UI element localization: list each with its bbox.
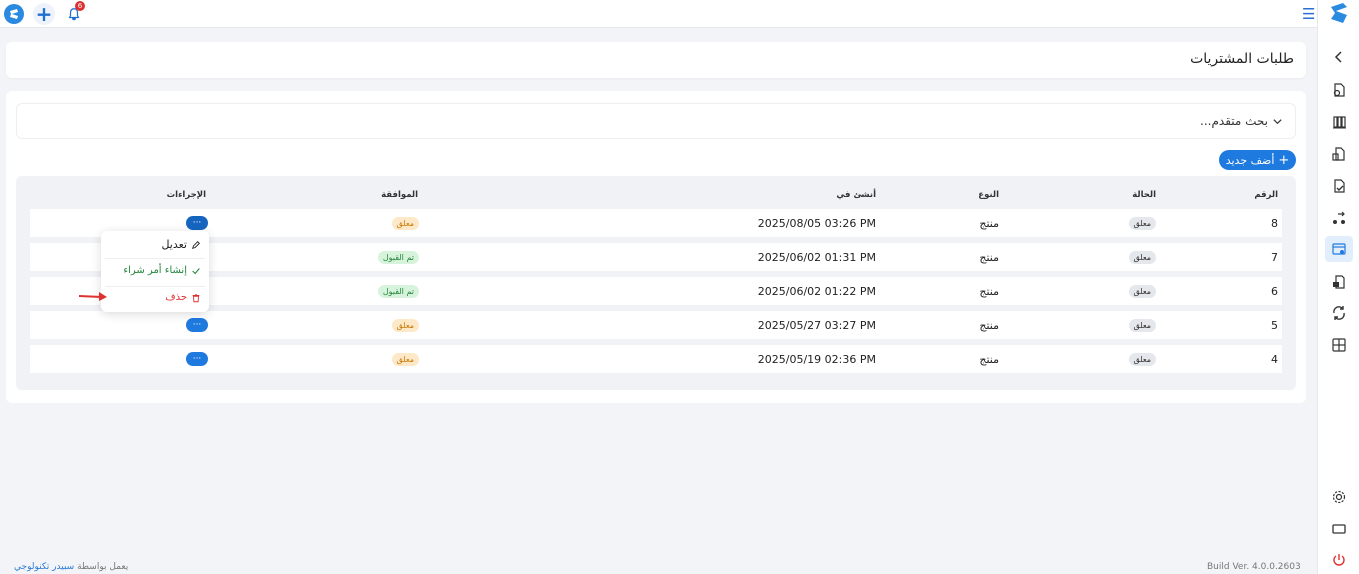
table-row[interactable]: 6 معلق منتج 2025/06/02 01:22 PM تم القبو… (30, 277, 1282, 305)
page-header: طلبات المشتريات (6, 42, 1306, 78)
collapse-sidebar-icon[interactable] (1325, 44, 1353, 70)
quick-add-button[interactable]: + (33, 3, 55, 25)
approval-badge: معلق (391, 353, 419, 366)
power-icon[interactable] (1325, 547, 1353, 573)
settings-gear-icon[interactable] (1325, 484, 1353, 510)
menu-item-create-po[interactable]: إنشاء أمر شراء (123, 265, 201, 276)
sidebar-item-invoice-icon[interactable] (1325, 269, 1353, 295)
cell-created-at: 2025/05/27 03:27 PM (757, 319, 876, 332)
menu-divider (105, 286, 205, 287)
row-actions-button[interactable]: ··· (186, 352, 208, 366)
cell-number: 5 (1271, 319, 1278, 332)
cell-number: 7 (1271, 251, 1278, 264)
approval-badge: معلق (391, 319, 419, 332)
sidebar-item-layout-icon[interactable] (1325, 332, 1353, 358)
menu-item-edit[interactable]: تعديل (161, 238, 201, 251)
column-header-number: الرقم (1254, 190, 1278, 200)
menu-item-edit-label: تعديل (161, 238, 187, 251)
notification-count-badge: 6 (75, 1, 85, 11)
cell-number: 8 (1271, 217, 1278, 230)
column-header-approval: الموافقة (381, 190, 418, 200)
add-new-label: أضف جديد (1225, 153, 1275, 167)
menu-toggle-icon[interactable]: ☰ (1302, 5, 1315, 23)
approval-badge: معلق (391, 217, 419, 230)
trash-icon (192, 293, 200, 302)
column-header-status: الحالة (1132, 190, 1156, 200)
cell-type: منتج (979, 353, 999, 366)
menu-item-delete[interactable]: حذف (165, 292, 201, 303)
advanced-search-toggle[interactable]: بحث متقدم... (1200, 114, 1283, 128)
sidebar-item-transfer-icon[interactable] (1325, 205, 1353, 231)
advanced-search-label: بحث متقدم... (1200, 114, 1268, 128)
status-badge: معلق (1128, 319, 1156, 332)
cell-type: منتج (979, 251, 999, 264)
footer-credit: يعمل بواسطة سبيدر تكنولوجي (14, 562, 128, 572)
page-title: طلبات المشتريات (1190, 51, 1294, 67)
cell-number: 6 (1271, 285, 1278, 298)
menu-divider (105, 258, 205, 259)
cell-created-at: 2025/05/19 02:36 PM (757, 353, 876, 366)
sidebar-item-columns-icon[interactable] (1325, 109, 1353, 135)
table-row[interactable]: 4 معلق منتج 2025/05/19 02:36 PM معلق ··· (30, 345, 1282, 373)
red-arrow-annotation (78, 292, 107, 301)
table-row[interactable]: 8 معلق منتج 2025/08/05 03:26 PM معلق ··· (30, 209, 1282, 237)
row-actions-button[interactable]: ··· (186, 318, 208, 332)
sidebar (1317, 0, 1359, 574)
sidebar-item-approved-doc-icon[interactable] (1325, 173, 1353, 199)
plus-icon: + (1278, 152, 1290, 168)
check-icon (192, 267, 200, 274)
cell-number: 4 (1271, 353, 1278, 366)
footer-build-version: Build Ver. 4.0.0.2603 (1207, 562, 1301, 572)
add-new-button[interactable]: + أضف جديد (1219, 150, 1296, 170)
footer-company-link[interactable]: سبيدر تكنولوجي (14, 562, 74, 572)
cell-created-at: 2025/06/02 01:22 PM (757, 285, 876, 298)
sidebar-item-documents-icon[interactable] (1325, 77, 1353, 103)
screen-icon[interactable] (1325, 516, 1353, 542)
status-badge: معلق (1128, 217, 1156, 230)
top-bar: + 6 ☰ (0, 0, 1317, 28)
notifications-button[interactable]: 6 (63, 1, 85, 25)
column-header-type: النوع (978, 190, 999, 200)
cell-created-at: 2025/08/05 03:26 PM (757, 217, 876, 230)
sidebar-item-sync-icon[interactable] (1325, 300, 1353, 326)
table-row[interactable]: 5 معلق منتج 2025/05/27 03:27 PM معلق ··· (30, 311, 1282, 339)
approval-badge: تم القبول (377, 251, 419, 264)
menu-item-delete-label: حذف (165, 292, 187, 303)
sidebar-item-files-icon[interactable] (1325, 141, 1353, 167)
status-badge: معلق (1128, 353, 1156, 366)
app-logo-icon[interactable] (3, 3, 25, 25)
column-header-actions: الإجراءات (166, 190, 206, 200)
row-actions-button[interactable]: ··· (186, 216, 208, 230)
column-header-created-at: أنشئ في (836, 190, 876, 200)
advanced-search-panel[interactable]: بحث متقدم... (16, 103, 1296, 139)
table-row[interactable]: 7 معلق منتج 2025/06/02 01:31 PM تم القبو… (30, 243, 1282, 271)
footer-powered-by: يعمل بواسطة (77, 562, 129, 572)
status-badge: معلق (1128, 285, 1156, 298)
cell-created-at: 2025/06/02 01:31 PM (757, 251, 876, 264)
cell-type: منتج (979, 285, 999, 298)
status-badge: معلق (1128, 251, 1156, 264)
pencil-icon (191, 240, 200, 249)
cell-type: منتج (979, 319, 999, 332)
cell-type: منتج (979, 217, 999, 230)
menu-item-create-po-label: إنشاء أمر شراء (123, 265, 187, 276)
approval-badge: تم القبول (377, 285, 419, 298)
chevron-down-icon (1273, 118, 1282, 124)
sidebar-logo-icon[interactable] (1327, 1, 1351, 25)
row-actions-menu: تعديل إنشاء أمر شراء حذف (101, 231, 209, 312)
sidebar-item-purchase-requests-icon[interactable] (1325, 236, 1353, 262)
